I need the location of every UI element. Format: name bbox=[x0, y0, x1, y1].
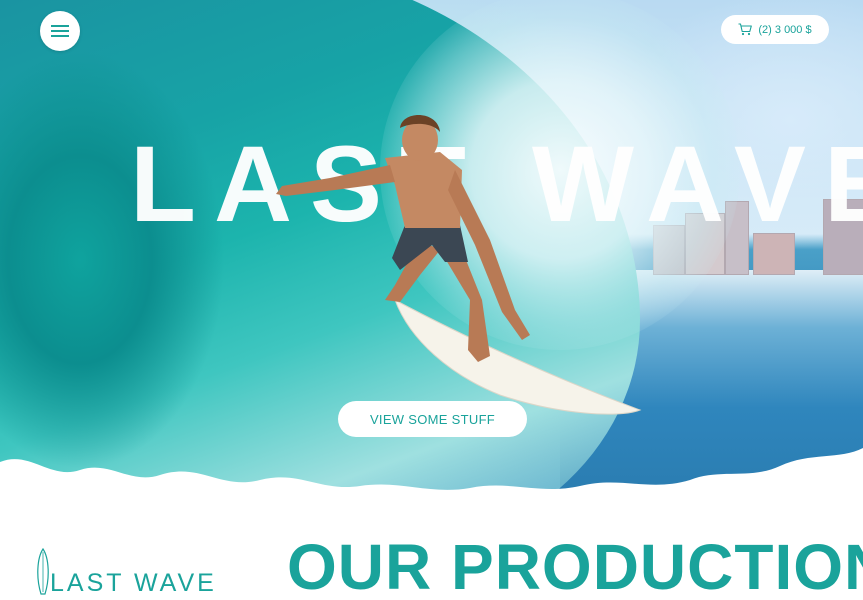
cart-summary: (2) 3 000 $ bbox=[758, 23, 812, 36]
hamburger-menu-icon-bar bbox=[51, 35, 69, 37]
hero-banner: LAST WAVE bbox=[0, 0, 863, 520]
hamburger-menu-icon bbox=[51, 25, 69, 27]
brand-logo[interactable]: LAST WAVE bbox=[34, 546, 217, 596]
hamburger-menu-icon-bar bbox=[51, 30, 69, 32]
page: LAST WAVE (2) 3 000 $ VIEW SOME STUFF LA… bbox=[0, 0, 863, 600]
view-stuff-button-label: VIEW SOME STUFF bbox=[369, 411, 496, 427]
menu-button[interactable] bbox=[40, 11, 80, 51]
section-title: OUR PRODUCTION bbox=[287, 531, 863, 600]
cart-button[interactable]: (2) 3 000 $ bbox=[721, 15, 829, 44]
logo-text: LAST WAVE bbox=[50, 569, 217, 597]
foam-edge bbox=[0, 448, 863, 520]
view-stuff-button[interactable]: VIEW SOME STUFF bbox=[338, 401, 527, 437]
shopping-cart-icon bbox=[738, 23, 753, 36]
